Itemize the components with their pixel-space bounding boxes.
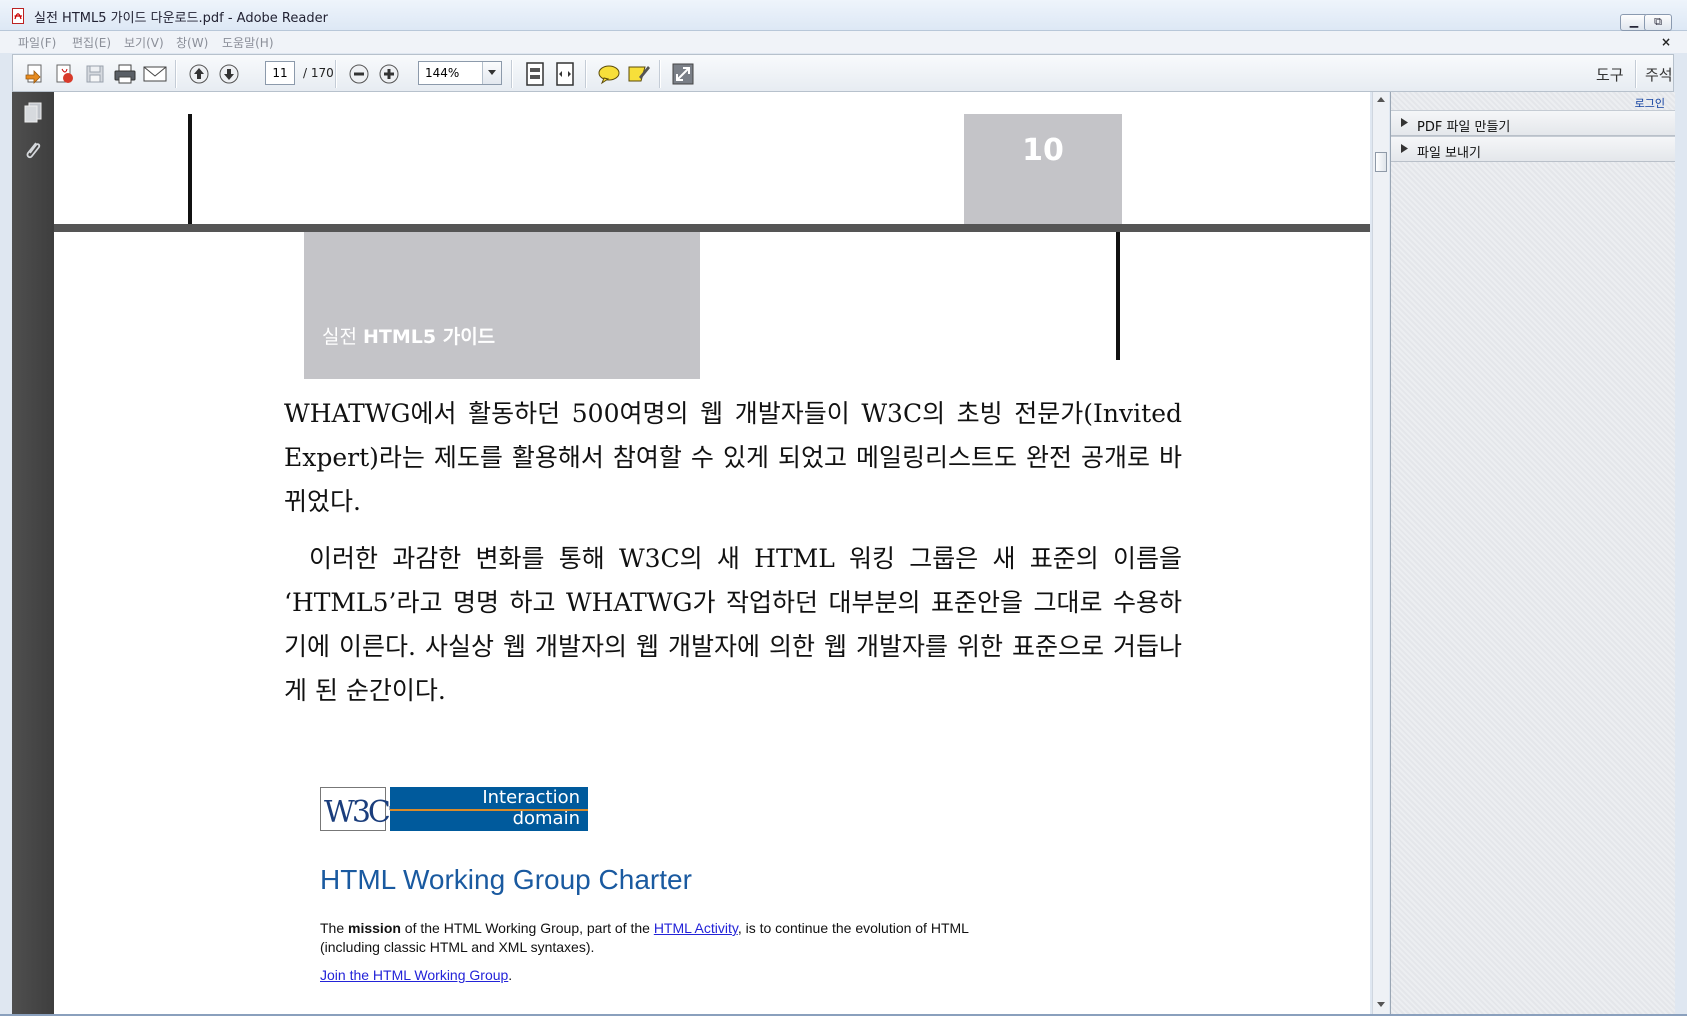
toolbar-separator [659,60,661,88]
toolbar-separator [585,60,587,88]
main-toolbar: / 170 144% [12,54,1674,92]
join-line: Join the HTML Working Group. [320,967,512,983]
navigation-rail [12,92,54,1014]
arrow-up-icon [189,64,209,84]
menu-window[interactable]: 창(W) [176,34,208,51]
toolbar-separator [335,60,337,88]
zoom-dropdown-button[interactable] [482,62,501,84]
zoom-in-button[interactable] [375,60,403,88]
previous-page-button[interactable] [185,60,213,88]
join-working-group-link[interactable]: Join the HTML Working Group [320,967,508,983]
w3c-logo-text: W3C [324,795,391,830]
open-file-icon [25,64,42,84]
create-pdf-icon [56,64,73,83]
tools-pane-button[interactable]: 도구 [1596,64,1624,85]
book-title-box: 실전 HTML5 가이드 [304,232,700,379]
fit-width-icon [556,62,574,86]
page-thumbnails-icon[interactable] [21,100,45,124]
login-link[interactable]: 로그인 [1635,95,1665,111]
book-title-main: HTML5 가이드 [363,326,496,348]
minimize-icon: ▁ [1629,15,1639,28]
charter-title: HTML Working Group Charter [320,864,692,895]
zoom-out-button[interactable] [345,60,373,88]
toolbar-separator [511,60,513,88]
menu-bar: 파일(F) 편집(E) 보기(V) 창(W) 도움말(H) [0,31,1687,53]
expand-triangle-icon [1401,144,1408,153]
document-viewport[interactable]: 10 실전 HTML5 가이드 WHATWG에서 활동하던 500여명의 웹 개… [54,92,1370,1014]
banner-divider [390,809,588,811]
document-close-button[interactable]: × [1661,35,1671,49]
create-pdf-button[interactable] [51,60,79,88]
zoom-in-icon [379,64,399,84]
page-number: 10 [1022,133,1064,168]
menu-edit[interactable]: 편집(E) [72,34,111,51]
charter-text-part: The [320,920,349,936]
attachments-paperclip-icon[interactable] [21,138,45,162]
comment-pane-button[interactable]: 주석 [1645,64,1673,85]
charter-text-part: of the HTML Working Group, part of the [400,920,654,936]
highlighter-icon [628,66,650,82]
book-title-prefix: 실전 [322,326,363,348]
window-title: 실전 HTML5 가이드 다운로드.pdf - Adobe Reader [34,11,328,26]
tasks-panel: 로그인 PDF 파일 만들기 파일 보내기 [1390,92,1675,1014]
panel-send-file[interactable]: 파일 보내기 [1391,136,1675,162]
zoom-level-value: 144% [425,66,460,80]
restore-icon: ⧉ [1654,15,1662,28]
restore-button[interactable]: ⧉ [1644,14,1672,31]
menu-file[interactable]: 파일(F) [18,34,56,51]
window-titlebar: 실전 HTML5 가이드 다운로드.pdf - Adobe Reader ▁ ⧉ [0,0,1687,31]
add-comment-button[interactable] [595,60,623,88]
fit-page-icon [526,62,544,86]
body-paragraph-1: WHATWG에서 활동하던 500여명의 웹 개발자들이 W3C의 초빙 전문가… [284,399,1182,516]
expand-triangle-icon [1401,118,1408,127]
next-page-button[interactable] [215,60,243,88]
save-icon [86,65,104,83]
toolbar-separator [175,60,177,88]
fit-page-button[interactable] [521,60,549,88]
decorative-vertical-line [1116,232,1120,360]
interaction-label: Interaction [482,787,580,808]
open-file-button[interactable] [21,60,49,88]
html-activity-link[interactable]: HTML Activity [654,920,738,936]
expand-button[interactable] [669,60,697,88]
scroll-down-arrow-icon[interactable] [1377,1002,1385,1008]
w3c-logo: W3C® [320,787,396,831]
charter-mission-text: The mission of the HTML Working Group, p… [320,919,1020,957]
panel-create-pdf-label: PDF 파일 만들기 [1417,120,1511,135]
scrollbar-thumb[interactable] [1375,152,1387,172]
chevron-down-icon [488,70,496,75]
panel-create-pdf[interactable]: PDF 파일 만들기 [1391,110,1675,136]
print-icon [114,64,136,84]
body-paragraph-2: 이러한 과감한 변화를 통해 W3C의 새 HTML 워킹 그룹은 새 표준의 … [284,544,1182,705]
join-period: . [508,967,513,983]
email-button[interactable] [141,60,169,88]
page-total-label: / 170 [303,66,334,80]
scroll-up-arrow-icon[interactable] [1377,96,1385,102]
zoom-level-select[interactable]: 144% [418,61,502,85]
envelope-icon [143,66,167,82]
toolbar-separator [1635,60,1637,88]
speech-bubble-icon [598,65,620,85]
menu-help[interactable]: 도움말(H) [222,34,274,51]
zoom-out-icon [349,64,369,84]
menu-view[interactable]: 보기(V) [124,34,164,51]
pdf-file-icon [12,8,24,24]
interaction-domain-banner: Interaction domain [390,787,588,831]
print-button[interactable] [111,60,139,88]
page-number-input[interactable] [265,61,295,85]
highlight-text-button[interactable] [625,60,653,88]
page-divider-bar [54,224,1370,232]
page-number-box: 10 [964,114,1122,226]
save-button[interactable] [81,60,109,88]
fit-width-button[interactable] [551,60,579,88]
charter-mission-word: mission [348,920,401,936]
panel-send-file-label: 파일 보내기 [1417,146,1481,161]
expand-icon [672,63,694,85]
decorative-vertical-line [188,114,192,226]
arrow-down-icon [219,64,239,84]
domain-label: domain [512,808,580,829]
book-title: 실전 HTML5 가이드 [322,322,495,349]
vertical-scrollbar[interactable] [1372,92,1389,1014]
